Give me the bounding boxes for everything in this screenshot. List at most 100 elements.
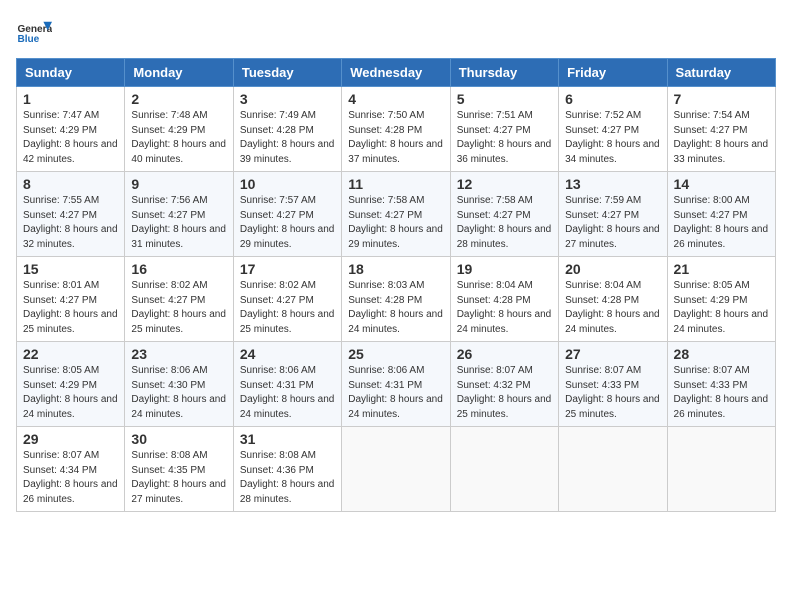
day-info: Sunrise: 8:07 AM Sunset: 4:33 PM Dayligh… xyxy=(674,364,769,422)
calendar-cell xyxy=(667,427,775,512)
day-info: Sunrise: 8:08 AM Sunset: 4:35 PM Dayligh… xyxy=(131,449,226,507)
calendar-cell: 2 Sunrise: 7:48 AM Sunset: 4:29 PM Dayli… xyxy=(125,87,233,172)
calendar-table: SundayMondayTuesdayWednesdayThursdayFrid… xyxy=(16,58,776,512)
calendar-cell: 13 Sunrise: 7:59 AM Sunset: 4:27 PM Dayl… xyxy=(559,172,667,257)
calendar-header-row: SundayMondayTuesdayWednesdayThursdayFrid… xyxy=(17,59,776,87)
day-number: 21 xyxy=(674,261,769,277)
day-number: 25 xyxy=(348,346,443,362)
calendar-cell: 10 Sunrise: 7:57 AM Sunset: 4:27 PM Dayl… xyxy=(233,172,341,257)
day-number: 18 xyxy=(348,261,443,277)
day-info: Sunrise: 8:03 AM Sunset: 4:28 PM Dayligh… xyxy=(348,279,443,337)
day-info: Sunrise: 8:07 AM Sunset: 4:32 PM Dayligh… xyxy=(457,364,552,422)
day-number: 1 xyxy=(23,91,118,107)
calendar-cell: 24 Sunrise: 8:06 AM Sunset: 4:31 PM Dayl… xyxy=(233,342,341,427)
day-number: 15 xyxy=(23,261,118,277)
calendar-cell: 9 Sunrise: 7:56 AM Sunset: 4:27 PM Dayli… xyxy=(125,172,233,257)
calendar-cell: 19 Sunrise: 8:04 AM Sunset: 4:28 PM Dayl… xyxy=(450,257,558,342)
calendar-cell: 3 Sunrise: 7:49 AM Sunset: 4:28 PM Dayli… xyxy=(233,87,341,172)
calendar-cell: 30 Sunrise: 8:08 AM Sunset: 4:35 PM Dayl… xyxy=(125,427,233,512)
calendar-week-row: 15 Sunrise: 8:01 AM Sunset: 4:27 PM Dayl… xyxy=(17,257,776,342)
day-info: Sunrise: 8:05 AM Sunset: 4:29 PM Dayligh… xyxy=(23,364,118,422)
day-info: Sunrise: 8:07 AM Sunset: 4:34 PM Dayligh… xyxy=(23,449,118,507)
calendar-cell: 16 Sunrise: 8:02 AM Sunset: 4:27 PM Dayl… xyxy=(125,257,233,342)
day-info: Sunrise: 8:06 AM Sunset: 4:31 PM Dayligh… xyxy=(240,364,335,422)
day-info: Sunrise: 7:54 AM Sunset: 4:27 PM Dayligh… xyxy=(674,109,769,167)
day-number: 10 xyxy=(240,176,335,192)
day-info: Sunrise: 7:58 AM Sunset: 4:27 PM Dayligh… xyxy=(457,194,552,252)
day-info: Sunrise: 7:58 AM Sunset: 4:27 PM Dayligh… xyxy=(348,194,443,252)
calendar-cell: 31 Sunrise: 8:08 AM Sunset: 4:36 PM Dayl… xyxy=(233,427,341,512)
day-info: Sunrise: 7:48 AM Sunset: 4:29 PM Dayligh… xyxy=(131,109,226,167)
calendar-cell: 27 Sunrise: 8:07 AM Sunset: 4:33 PM Dayl… xyxy=(559,342,667,427)
column-header-wednesday: Wednesday xyxy=(342,59,450,87)
day-info: Sunrise: 7:51 AM Sunset: 4:27 PM Dayligh… xyxy=(457,109,552,167)
day-number: 5 xyxy=(457,91,552,107)
day-info: Sunrise: 8:08 AM Sunset: 4:36 PM Dayligh… xyxy=(240,449,335,507)
calendar-cell xyxy=(342,427,450,512)
calendar-week-row: 22 Sunrise: 8:05 AM Sunset: 4:29 PM Dayl… xyxy=(17,342,776,427)
day-number: 7 xyxy=(674,91,769,107)
day-number: 9 xyxy=(131,176,226,192)
day-info: Sunrise: 7:59 AM Sunset: 4:27 PM Dayligh… xyxy=(565,194,660,252)
calendar-cell: 6 Sunrise: 7:52 AM Sunset: 4:27 PM Dayli… xyxy=(559,87,667,172)
column-header-tuesday: Tuesday xyxy=(233,59,341,87)
calendar-cell: 15 Sunrise: 8:01 AM Sunset: 4:27 PM Dayl… xyxy=(17,257,125,342)
day-info: Sunrise: 7:52 AM Sunset: 4:27 PM Dayligh… xyxy=(565,109,660,167)
day-info: Sunrise: 8:07 AM Sunset: 4:33 PM Dayligh… xyxy=(565,364,660,422)
day-number: 8 xyxy=(23,176,118,192)
day-number: 20 xyxy=(565,261,660,277)
day-number: 13 xyxy=(565,176,660,192)
calendar-cell: 23 Sunrise: 8:06 AM Sunset: 4:30 PM Dayl… xyxy=(125,342,233,427)
column-header-thursday: Thursday xyxy=(450,59,558,87)
day-info: Sunrise: 8:01 AM Sunset: 4:27 PM Dayligh… xyxy=(23,279,118,337)
day-number: 31 xyxy=(240,431,335,447)
calendar-cell: 21 Sunrise: 8:05 AM Sunset: 4:29 PM Dayl… xyxy=(667,257,775,342)
day-info: Sunrise: 8:04 AM Sunset: 4:28 PM Dayligh… xyxy=(565,279,660,337)
calendar-cell: 8 Sunrise: 7:55 AM Sunset: 4:27 PM Dayli… xyxy=(17,172,125,257)
calendar-cell: 1 Sunrise: 7:47 AM Sunset: 4:29 PM Dayli… xyxy=(17,87,125,172)
day-number: 14 xyxy=(674,176,769,192)
calendar-cell: 28 Sunrise: 8:07 AM Sunset: 4:33 PM Dayl… xyxy=(667,342,775,427)
calendar-cell: 14 Sunrise: 8:00 AM Sunset: 4:27 PM Dayl… xyxy=(667,172,775,257)
day-number: 26 xyxy=(457,346,552,362)
column-header-monday: Monday xyxy=(125,59,233,87)
calendar-cell: 4 Sunrise: 7:50 AM Sunset: 4:28 PM Dayli… xyxy=(342,87,450,172)
day-number: 28 xyxy=(674,346,769,362)
day-info: Sunrise: 7:56 AM Sunset: 4:27 PM Dayligh… xyxy=(131,194,226,252)
calendar-cell: 11 Sunrise: 7:58 AM Sunset: 4:27 PM Dayl… xyxy=(342,172,450,257)
day-number: 16 xyxy=(131,261,226,277)
calendar-cell xyxy=(559,427,667,512)
page-header: General Blue xyxy=(16,16,776,52)
calendar-week-row: 29 Sunrise: 8:07 AM Sunset: 4:34 PM Dayl… xyxy=(17,427,776,512)
day-number: 22 xyxy=(23,346,118,362)
calendar-cell: 12 Sunrise: 7:58 AM Sunset: 4:27 PM Dayl… xyxy=(450,172,558,257)
calendar-week-row: 8 Sunrise: 7:55 AM Sunset: 4:27 PM Dayli… xyxy=(17,172,776,257)
day-number: 4 xyxy=(348,91,443,107)
day-info: Sunrise: 7:47 AM Sunset: 4:29 PM Dayligh… xyxy=(23,109,118,167)
logo-icon: General Blue xyxy=(16,16,52,52)
day-number: 12 xyxy=(457,176,552,192)
day-number: 24 xyxy=(240,346,335,362)
calendar-cell: 22 Sunrise: 8:05 AM Sunset: 4:29 PM Dayl… xyxy=(17,342,125,427)
calendar-cell: 5 Sunrise: 7:51 AM Sunset: 4:27 PM Dayli… xyxy=(450,87,558,172)
calendar-cell: 20 Sunrise: 8:04 AM Sunset: 4:28 PM Dayl… xyxy=(559,257,667,342)
day-number: 17 xyxy=(240,261,335,277)
day-number: 30 xyxy=(131,431,226,447)
day-number: 3 xyxy=(240,91,335,107)
svg-text:Blue: Blue xyxy=(17,34,39,45)
calendar-week-row: 1 Sunrise: 7:47 AM Sunset: 4:29 PM Dayli… xyxy=(17,87,776,172)
calendar-cell: 26 Sunrise: 8:07 AM Sunset: 4:32 PM Dayl… xyxy=(450,342,558,427)
day-number: 29 xyxy=(23,431,118,447)
day-number: 23 xyxy=(131,346,226,362)
calendar-cell xyxy=(450,427,558,512)
day-number: 27 xyxy=(565,346,660,362)
day-number: 19 xyxy=(457,261,552,277)
day-info: Sunrise: 8:06 AM Sunset: 4:31 PM Dayligh… xyxy=(348,364,443,422)
day-info: Sunrise: 8:02 AM Sunset: 4:27 PM Dayligh… xyxy=(240,279,335,337)
day-number: 6 xyxy=(565,91,660,107)
day-info: Sunrise: 7:55 AM Sunset: 4:27 PM Dayligh… xyxy=(23,194,118,252)
calendar-cell: 17 Sunrise: 8:02 AM Sunset: 4:27 PM Dayl… xyxy=(233,257,341,342)
logo: General Blue xyxy=(16,16,56,52)
day-info: Sunrise: 7:57 AM Sunset: 4:27 PM Dayligh… xyxy=(240,194,335,252)
column-header-saturday: Saturday xyxy=(667,59,775,87)
